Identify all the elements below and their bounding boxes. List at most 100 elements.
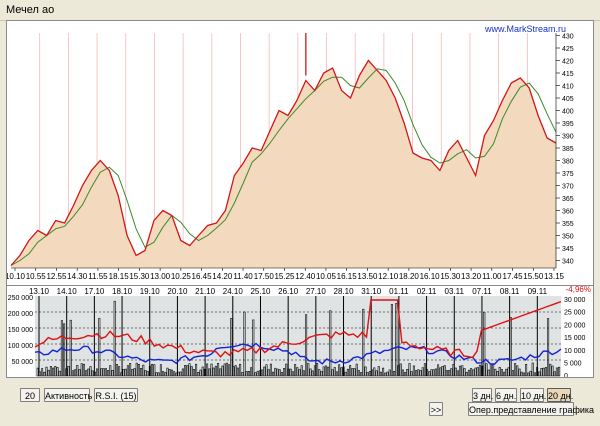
time-tick-label: 18.15 <box>109 272 130 281</box>
time-axis: 10.10 10.55 12.55 14.30 11.55 18.15 15.30 13.00… <box>5 267 565 281</box>
price-tick-label: 420 <box>562 59 574 66</box>
date-label: 02.11 <box>417 287 437 296</box>
date-label: 14.10 <box>57 287 78 296</box>
price-tick-label: 395 <box>562 121 574 128</box>
price-tick-label: 375 <box>562 171 574 178</box>
price-area <box>11 60 556 268</box>
price-chart-svg: 430 425 420 415 410 405 400 395 390 385 380 375 370 3… <box>5 24 574 281</box>
time-tick-label: 16.10 <box>420 272 441 281</box>
time-tick-label: 15.30 <box>440 272 461 281</box>
top-date-axis: 13.10 14.10 17.10 18.10 19.10 20.10 21.10 24.10… <box>29 287 548 296</box>
time-tick-label: 14.30 <box>67 272 88 281</box>
price-tick-label: 425 <box>562 46 574 53</box>
time-tick-label: 15.25 <box>274 272 295 281</box>
time-tick-label: 11.00 <box>482 272 502 281</box>
price-tick-label: 350 <box>562 234 574 241</box>
price-tick-label: 360 <box>562 209 574 216</box>
date-label: 28.10 <box>334 287 355 296</box>
range-3d-button[interactable]: 3 дн. <box>472 388 493 402</box>
price-tick-label: 365 <box>562 196 574 203</box>
date-label: 27.10 <box>306 287 327 296</box>
time-tick-label: 13.20 <box>461 272 482 281</box>
date-label: 01.11 <box>389 287 409 296</box>
window-title: Мечел ао <box>6 4 55 16</box>
price-tick-label: 355 <box>562 221 574 228</box>
watermark-link[interactable]: www.MarkStream.ru <box>484 24 566 34</box>
price-axis: 430 425 420 415 410 405 400 395 390 385 380 375 370 3… <box>555 33 574 268</box>
date-label: 20.10 <box>167 287 188 296</box>
date-label: 17.10 <box>84 287 105 296</box>
indicator-chart[interactable]: 13.10 14.10 17.10 18.10 19.10 20.10 21.10 24.10… <box>6 285 594 380</box>
time-tick-label: 10.10 <box>7 272 26 281</box>
oscillator-axis: 30 000 25 000 20 000 15 000 10 000 5 000 0 <box>564 297 586 380</box>
time-tick-label: 18.20 <box>399 272 420 281</box>
volume-axis-label: 200 000 <box>8 311 33 318</box>
volume-axis: 250 000 200 000 150 000 100 000 50 000 <box>8 295 33 366</box>
price-tick-label: 400 <box>562 109 574 116</box>
date-label: 18.10 <box>112 287 133 296</box>
time-tick-label: 12.55 <box>46 272 67 281</box>
time-tick-label: 17.45 <box>503 272 524 281</box>
oscillator-axis-label: 20 000 <box>564 322 586 329</box>
time-tick-label: 11.40 <box>233 272 253 281</box>
date-label: 31.10 <box>361 287 382 296</box>
price-chart[interactable]: 430 425 420 415 410 405 400 395 390 385 380 375 370 3… <box>5 20 594 288</box>
date-label: 25.10 <box>250 287 271 296</box>
rsi-button[interactable]: R.S.I. (15) <box>94 388 138 402</box>
time-tick-label: 10.55 <box>26 272 47 281</box>
range-10d-button[interactable]: 10 дн. <box>520 388 546 402</box>
time-tick-label: 10.05 <box>316 272 337 281</box>
time-tick-label: 13.15 <box>544 272 565 281</box>
oscillator-axis-label: 10 000 <box>564 348 586 355</box>
time-tick-label: 13.00 <box>150 272 171 281</box>
time-tick-label: 14.20 <box>212 272 233 281</box>
window-titlebar: Мечел ао <box>0 0 600 21</box>
range-20d-button[interactable]: 20 дн. <box>547 388 573 402</box>
time-tick-label: 10.25 <box>171 272 192 281</box>
price-tick-label: 405 <box>562 96 574 103</box>
oscillator-axis-label: 5 000 <box>564 360 582 367</box>
date-label: 26.10 <box>278 287 299 296</box>
time-tick-label: 15.50 <box>523 272 544 281</box>
volume-axis-label: 100 000 <box>8 343 33 350</box>
oscillator-axis-label: 0 <box>564 373 568 377</box>
volume-axis-label: 50 000 <box>12 359 34 366</box>
price-tick-label: 385 <box>562 146 574 153</box>
next-button[interactable]: >> <box>429 402 443 416</box>
range-6d-button[interactable]: 6 дн. <box>495 388 517 402</box>
date-label: 19.10 <box>140 287 161 296</box>
date-label: 24.10 <box>223 287 244 296</box>
price-tick-label: 345 <box>562 246 574 253</box>
volume-axis-label: 250 000 <box>8 295 33 302</box>
time-tick-label: 13.50 <box>357 272 378 281</box>
oscillator-axis-label: 25 000 <box>564 310 586 317</box>
price-tick-label: 410 <box>562 84 574 91</box>
time-tick-label: 17.50 <box>254 272 275 281</box>
percent-change: -4,96% <box>566 286 591 294</box>
date-label: 09.11 <box>528 287 548 296</box>
price-tick-label: 340 <box>562 259 574 266</box>
price-tick-label: 380 <box>562 159 574 166</box>
date-label: 03.11 <box>445 287 465 296</box>
price-tick-label: 430 <box>562 34 574 41</box>
date-label: 08.11 <box>500 287 520 296</box>
time-tick-label: 12.40 <box>295 272 316 281</box>
time-tick-label: 12.10 <box>378 272 399 281</box>
time-tick-label: 15.30 <box>129 272 150 281</box>
volume-axis-label: 150 000 <box>8 327 33 334</box>
price-tick-label: 390 <box>562 134 574 141</box>
time-tick-label: 16.15 <box>337 272 358 281</box>
indicator-chart-svg: 13.10 14.10 17.10 18.10 19.10 20.10 21.10 24.10… <box>8 285 591 380</box>
price-tick-label: 370 <box>562 184 574 191</box>
operative-chart-button[interactable]: Опер.представление графика <box>468 402 594 416</box>
time-tick-label: 11.55 <box>88 272 108 281</box>
oscillator-axis-label: 30 000 <box>564 297 586 304</box>
oscillator-axis-label: 15 000 <box>564 335 586 342</box>
date-label: 07.11 <box>472 287 492 296</box>
period-value[interactable]: 20 <box>20 388 40 402</box>
price-tick-label: 415 <box>562 71 574 78</box>
time-tick-label: 16.45 <box>192 272 213 281</box>
activity-button[interactable]: Активность <box>44 388 92 402</box>
control-bar: 20 Активность R.S.I. (15) >> 3 дн. 6 дн.… <box>0 380 600 426</box>
date-label: 21.10 <box>195 287 216 296</box>
